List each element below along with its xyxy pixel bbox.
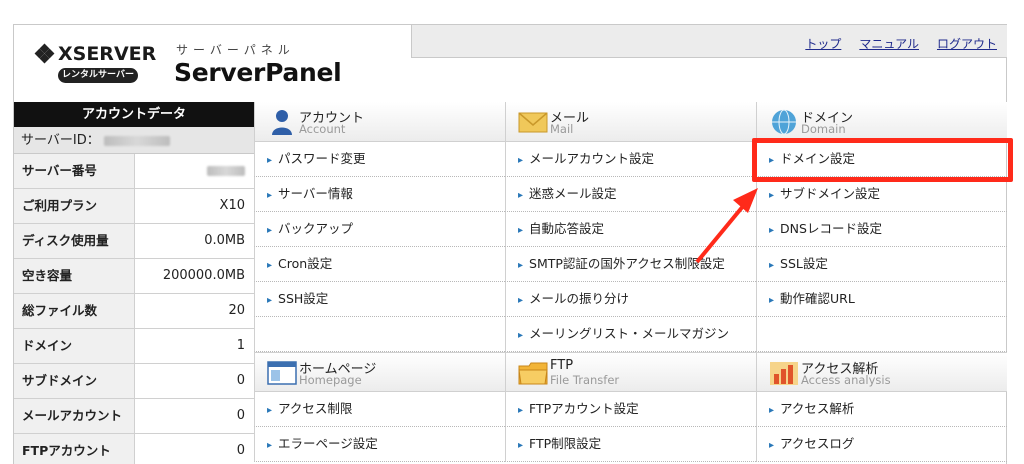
annotation-arrow [695,188,758,264]
annotation-arrow-head [733,188,758,213]
annotation-arrow-shaft [695,203,746,264]
